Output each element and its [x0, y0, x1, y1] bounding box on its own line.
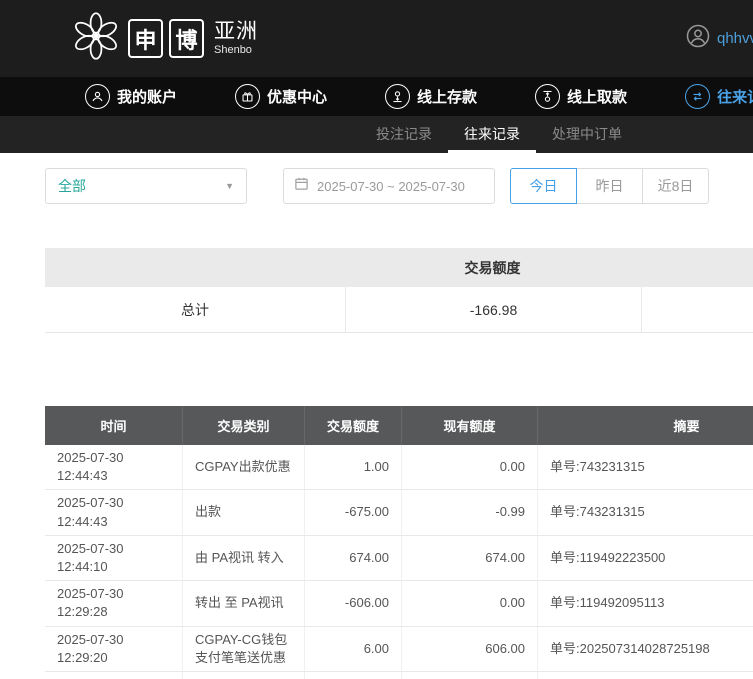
logo-char-box: 博: [169, 19, 204, 58]
col-header-amount: 交易额度: [305, 406, 402, 445]
cell-time: 2025-07-30 12:44:43: [45, 490, 183, 535]
cell-summary: 单号:119492223500: [550, 549, 666, 565]
filter-bar: 全部 ▼ 2025-07-30 ~ 2025-07-30 今日 昨日 近8日: [45, 168, 753, 204]
cell-balance: 600.00: [402, 671, 538, 679]
cell-amount: -606.00: [305, 581, 402, 626]
today-button[interactable]: 今日: [510, 168, 577, 204]
summary-header-amount: 交易额度: [464, 259, 521, 276]
col-header-type: 交易类别: [183, 406, 305, 445]
cell-summary: 单号:743231315: [550, 459, 645, 475]
cell-summary: 单号:743231315: [550, 504, 645, 520]
cell-summary: 单号:202507314028725198: [550, 640, 710, 656]
gift-icon: [235, 84, 261, 109]
cell-time: 2025-07-30 12:44:43: [45, 445, 183, 490]
page: 申 博 亚洲 Shenbo qhhvv: [0, 0, 753, 679]
cell-type: 由 PA视讯 转入: [183, 535, 305, 581]
cell-type: CGPAY出款优惠: [183, 445, 305, 490]
exchange-icon: [685, 84, 711, 109]
cell-balance: -0.99: [402, 490, 538, 535]
user-avatar-icon: [686, 24, 710, 53]
nav-item-label: 往来记录: [717, 89, 753, 106]
cell-time: 2025-07-30 12:29:20: [45, 626, 183, 671]
summary-table: 交易额度 总计 -166.98: [45, 248, 753, 333]
tab-bet-records[interactable]: 投注记录: [360, 116, 448, 153]
user-account[interactable]: qhhvv: [686, 0, 753, 77]
table-row: 2025-07-30 12:44:43 出款 -675.00 -0.99 单号:…: [45, 490, 753, 536]
logo-subtitle: Shenbo: [214, 44, 252, 57]
nav-item-online-withdraw[interactable]: 线上取款: [506, 84, 656, 109]
cell-balance: 0.00: [402, 445, 538, 490]
record-tabs: 投注记录 往来记录 处理中订单: [0, 116, 753, 153]
nav-item-label: 我的账户: [117, 89, 178, 106]
cell-type: 转出 至 PA视讯: [183, 581, 305, 626]
table-row: 2025-07-30 12:29:20 CGPAY-CG钱包支付笔笔送优惠 6.…: [45, 626, 753, 672]
date-range-picker[interactable]: 2025-07-30 ~ 2025-07-30: [283, 168, 495, 204]
summary-header-row: 交易额度: [45, 248, 753, 287]
table-row: 2025-07-30 12:29:28 转出 至 PA视讯 -606.00 0.…: [45, 581, 753, 627]
col-header-time: 时间: [45, 406, 183, 445]
cell-balance: 606.00: [402, 626, 538, 671]
cell-summary: 单号:202507314028725198: [538, 672, 753, 679]
summary-total-label: 总计: [181, 301, 209, 318]
nav-item-label: 线上存款: [417, 89, 478, 106]
col-header-summary: 摘要: [673, 419, 700, 434]
username-text: qhhvv: [717, 30, 753, 47]
cell-balance: 674.00: [402, 535, 538, 581]
tab-processing-orders[interactable]: 处理中订单: [536, 116, 638, 153]
logo-char-box: 申: [128, 19, 163, 58]
user-icon: [85, 84, 110, 109]
type-select[interactable]: 全部 ▼: [45, 168, 247, 204]
nav-item-my-account[interactable]: 我的账户: [56, 84, 206, 109]
date-range-value: 2025-07-30 ~ 2025-07-30: [317, 178, 465, 194]
summary-total-row: 总计 -166.98: [45, 287, 753, 333]
logo-text: 亚洲 Shenbo: [214, 20, 258, 57]
cell-time: 2025-07-30 12:29:20: [45, 671, 183, 679]
nav-item-online-deposit[interactable]: 线上存款: [356, 84, 506, 109]
yesterday-button[interactable]: 昨日: [576, 168, 643, 204]
calendar-icon: [294, 176, 309, 196]
cell-time: 2025-07-30 12:44:10: [45, 535, 183, 581]
nav-item-transaction-records[interactable]: 往来记录: [656, 84, 753, 109]
cell-amount: 6.00: [305, 626, 402, 671]
table-header-row: 时间 交易类别 交易额度 现有额度 摘要: [45, 406, 753, 445]
cell-amount: 1.00: [305, 445, 402, 490]
type-select-value: 全部: [58, 178, 86, 194]
table-row: 2025-07-30 12:44:43 CGPAY出款优惠 1.00 0.00 …: [45, 445, 753, 491]
table-row: 2025-07-30 12:29:20 CGPAY支付 600.00 600.0…: [45, 671, 753, 679]
tab-transaction-records[interactable]: 往来记录: [448, 116, 536, 153]
main-nav: 我的账户 优惠中心 线上存款 线上取款 往来: [0, 77, 753, 116]
cell-type: 出款: [183, 490, 305, 535]
summary-total-value: -166.98: [345, 287, 642, 332]
withdraw-icon: [535, 84, 561, 109]
cell-amount: 600.00: [305, 671, 402, 679]
cell-type: CGPAY支付: [183, 671, 305, 679]
cell-summary: 单号:119492095113: [550, 595, 665, 611]
nav-item-label: 优惠中心: [267, 89, 328, 106]
cell-amount: 674.00: [305, 535, 402, 581]
last-8-days-button[interactable]: 近8日: [642, 168, 709, 204]
top-header: 申 博 亚洲 Shenbo qhhvv: [0, 0, 753, 77]
cell-type: CGPAY-CG钱包支付笔笔送优惠: [183, 626, 305, 671]
cell-time: 2025-07-30 12:29:28: [45, 581, 183, 626]
nav-item-promo-center[interactable]: 优惠中心: [206, 84, 356, 109]
cell-amount: -675.00: [305, 490, 402, 535]
logo-region-text: 亚洲: [214, 20, 258, 44]
cell-balance: 0.00: [402, 581, 538, 626]
chevron-down-icon: ▼: [225, 181, 234, 191]
records-table: 时间 交易类别 交易额度 现有额度 摘要 2025-07-30 12:44:43…: [45, 406, 753, 679]
quick-date-buttons: 今日 昨日 近8日: [510, 168, 709, 204]
logo-flower-icon: [70, 10, 122, 67]
deposit-icon: [385, 84, 411, 109]
table-row: 2025-07-30 12:44:10 由 PA视讯 转入 674.00 674…: [45, 535, 753, 582]
nav-item-label: 线上取款: [567, 89, 628, 106]
col-header-balance: 现有额度: [402, 406, 538, 445]
site-logo[interactable]: 申 博 亚洲 Shenbo: [70, 10, 258, 67]
